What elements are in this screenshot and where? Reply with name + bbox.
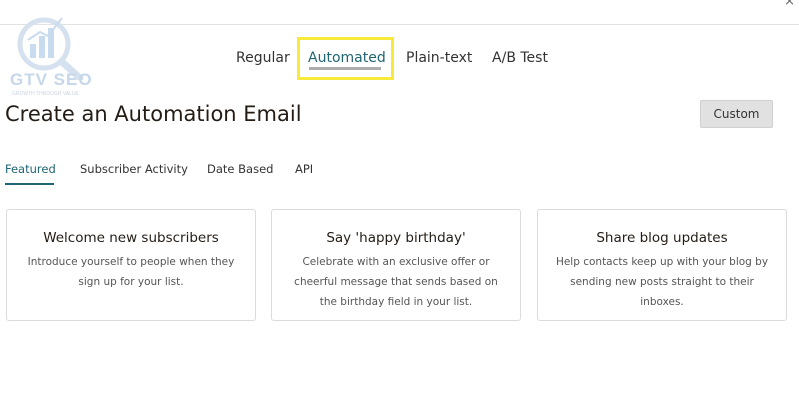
card-description: Introduce yourself to people when they s… — [27, 256, 235, 288]
custom-button[interactable]: Custom — [700, 100, 773, 128]
card-title: Share blog updates — [596, 230, 728, 246]
tab-date-based[interactable]: Date Based — [207, 158, 273, 180]
highlight-box — [297, 37, 394, 80]
tab-plain-text[interactable]: Plain-text — [406, 38, 472, 78]
watermark-text: GTV SEO — [10, 70, 93, 89]
tab-featured[interactable]: Featured — [5, 158, 56, 180]
card-welcome-new-subscribers[interactable]: Welcome new subscribers Introduce yourse… — [6, 209, 256, 321]
card-share-blog-updates[interactable]: Share blog updates Help contacts keep up… — [537, 209, 787, 321]
tab-api[interactable]: API — [295, 158, 313, 180]
watermark-subtext: GROWTH THROUGH VALUE — [12, 91, 79, 97]
card-happy-birthday[interactable]: Say 'happy birthday' Celebrate with an e… — [271, 209, 521, 321]
card-title: Welcome new subscribers — [43, 230, 219, 246]
card-description: Help contacts keep up with your blog by … — [555, 256, 769, 308]
tab-subscriber-activity[interactable]: Subscriber Activity — [80, 158, 188, 180]
tab-ab-test[interactable]: A/B Test — [492, 38, 548, 78]
featured-tab-underline — [5, 183, 54, 185]
tab-regular[interactable]: Regular — [236, 38, 290, 78]
page-title: Create an Automation Email — [5, 102, 302, 126]
close-icon[interactable]: × — [784, 0, 795, 9]
modal-top-border — [0, 0, 799, 25]
category-tabs: Featured Subscriber Activity Date Based … — [0, 158, 400, 186]
card-title: Say 'happy birthday' — [326, 230, 466, 246]
card-description: Celebrate with an exclusive offer or che… — [294, 256, 498, 308]
